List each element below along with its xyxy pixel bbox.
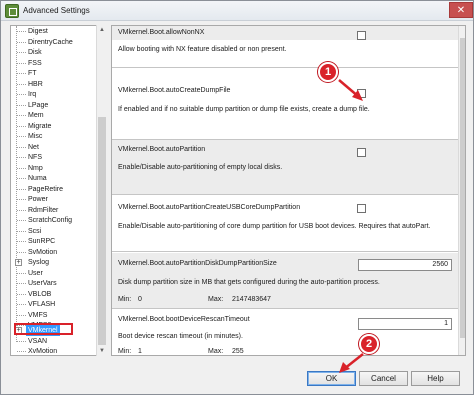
title-bar[interactable]: Advanced Settings ✕ <box>1 1 473 21</box>
settings-list: VMkernel.Boot.allowNonNX Allow booting w… <box>111 25 466 356</box>
tree-item-syslog[interactable]: + Syslog <box>15 257 97 268</box>
setting-description: Disk dump partition size in MB that gets… <box>118 279 380 286</box>
setting-number-input[interactable]: 1 <box>358 318 452 330</box>
scroll-down-icon[interactable]: ▼ <box>97 346 107 356</box>
tree-item-irq[interactable]: Irq <box>15 89 97 100</box>
app-icon <box>5 4 19 18</box>
window-title: Advanced Settings <box>23 6 90 15</box>
setting-number-input[interactable]: 2560 <box>358 259 452 271</box>
setting-row: VMkernel.Boot.autoCreateDumpFile If enab… <box>112 82 458 140</box>
tree-item-mem[interactable]: Mem <box>15 110 97 121</box>
setting-description: Boot device rescan timeout (in minutes). <box>118 333 243 340</box>
setting-row: VMkernel.Boot.autoPartitionCreateUSBCore… <box>112 196 458 252</box>
setting-row: VMkernel.Boot.autoPartitionDiskDumpParti… <box>112 253 458 309</box>
settings-scrollbar[interactable] <box>458 26 465 355</box>
tree-item-numa[interactable]: Numa <box>15 173 97 184</box>
setting-description: Allow booting with NX feature disabled o… <box>118 46 287 53</box>
setting-row: VMkernel.Boot.autoPartition Enable/Disab… <box>112 140 458 195</box>
setting-row: VMkernel.Boot.allowNonNX Allow booting w… <box>112 26 458 68</box>
setting-description: Enable/Disable auto-partitioning of empt… <box>118 164 283 171</box>
tree-item-disk[interactable]: Disk <box>15 47 97 58</box>
setting-name: VMkernel.Boot.autoPartition <box>118 146 206 153</box>
tree-scroll-thumb[interactable] <box>98 117 106 345</box>
tree-item-power[interactable]: Power <box>15 194 97 205</box>
setting-description: Enable/Disable auto-partitioning of core… <box>118 223 431 230</box>
expand-icon[interactable]: + <box>15 259 22 266</box>
tree-item-digest[interactable]: Digest <box>15 26 97 37</box>
tree-item-nfs[interactable]: NFS <box>15 152 97 163</box>
scroll-up-icon[interactable]: ▲ <box>97 25 107 35</box>
setting-name: VMkernel.Boot.autoCreateDumpFile <box>118 87 231 94</box>
help-button[interactable]: Help <box>411 371 460 386</box>
tree-item-uservars[interactable]: UserVars <box>15 278 97 289</box>
setting-name: VMkernel.Boot.autoPartitionDiskDumpParti… <box>118 260 277 267</box>
tree-item-ft[interactable]: FT <box>15 68 97 79</box>
tree-item-misc[interactable]: Misc <box>15 131 97 142</box>
setting-checkbox[interactable] <box>357 31 366 40</box>
setting-name: VMkernel.Boot.allowNonNX <box>118 29 205 36</box>
tree-item-sunrpc[interactable]: SunRPC <box>15 236 97 247</box>
setting-description: If enabled and if no suitable dump parti… <box>118 106 370 113</box>
tree-item-vflash[interactable]: VFLASH <box>15 299 97 310</box>
advanced-settings-window: Advanced Settings ✕ Digest DirentryCache… <box>0 0 474 395</box>
setting-name: VMkernel.Boot.autoPartitionCreateUSBCore… <box>118 204 301 211</box>
cancel-button[interactable]: Cancel <box>359 371 408 386</box>
setting-checkbox[interactable] <box>357 204 366 213</box>
ok-button[interactable]: OK <box>307 371 356 386</box>
close-button[interactable]: ✕ <box>449 2 473 18</box>
tree-item-scratchconfig[interactable]: ScratchConfig <box>15 215 97 226</box>
setting-row: VMkernel.Boot.bootDeviceRescanTimeout 1 … <box>112 310 458 355</box>
arrow-2 <box>343 353 364 370</box>
callout-badge-2: 2 <box>359 334 379 354</box>
setting-checkbox[interactable] <box>357 148 366 157</box>
setting-name: VMkernel.Boot.bootDeviceRescanTimeout <box>118 316 250 323</box>
settings-scroll-thumb[interactable] <box>460 38 465 338</box>
tree-item-xvmotion[interactable]: XvMotion <box>15 346 97 355</box>
tree-scrollbar[interactable]: ▲ ▼ <box>96 25 107 356</box>
setting-checkbox[interactable] <box>357 89 366 98</box>
callout-badge-1: 1 <box>318 62 338 82</box>
vmkernel-highlight-box <box>14 323 73 335</box>
settings-tree: Digest DirentryCache Disk FSS FT HBR Irq… <box>10 25 107 356</box>
